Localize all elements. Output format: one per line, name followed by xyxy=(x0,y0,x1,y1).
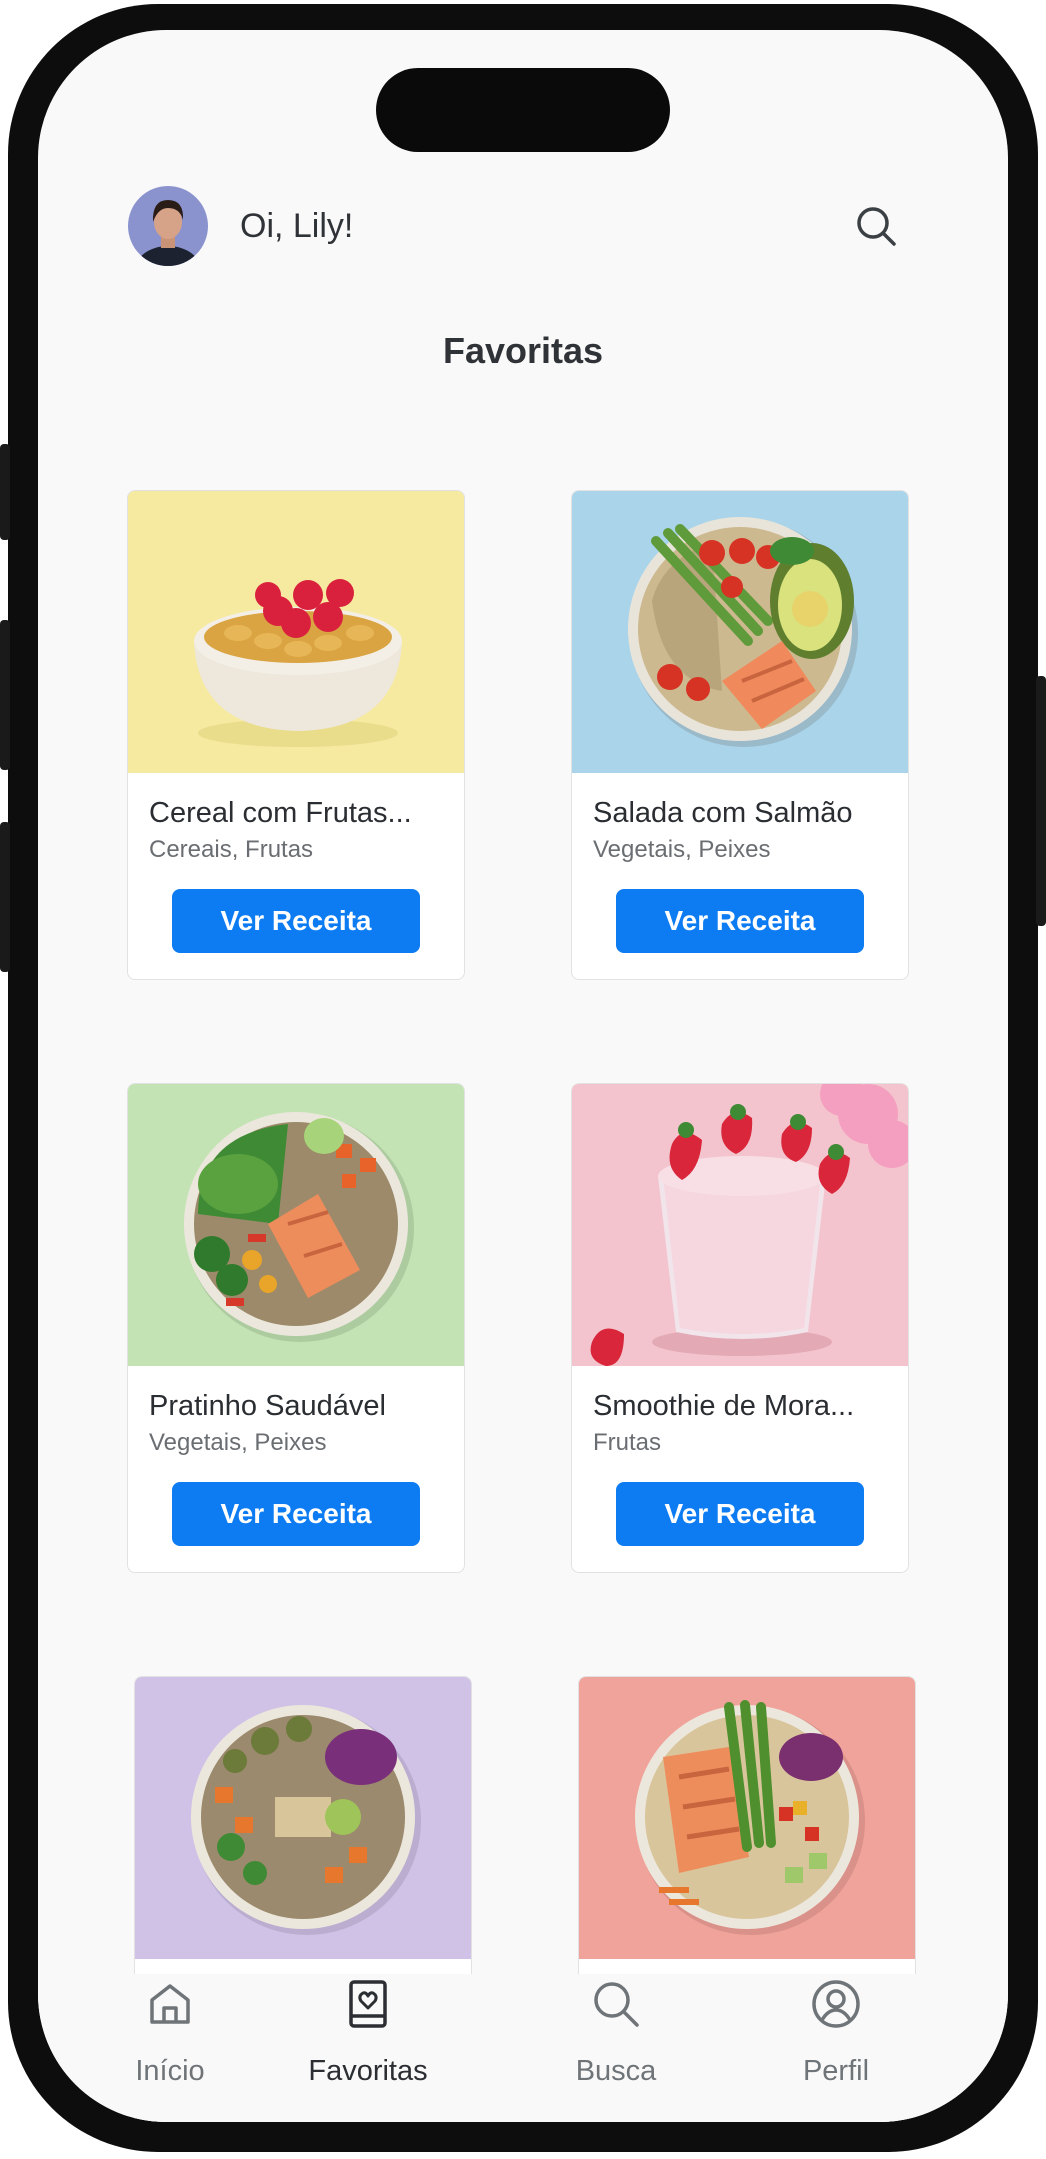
favorites-book-icon xyxy=(349,1980,387,2028)
greeting-text: Oi, Lily! xyxy=(240,207,354,245)
recipe-title: Smoothie de Mora... xyxy=(593,1390,855,1422)
recipe-tags: Vegetais, Peixes xyxy=(593,836,771,863)
volume-up-button xyxy=(0,620,10,770)
nav-item-busca[interactable]: Busca xyxy=(526,1974,706,2104)
power-button xyxy=(1036,676,1046,926)
recipe-title: Pratinho Saudável xyxy=(149,1390,386,1422)
nav-item-favoritas[interactable]: Favoritas xyxy=(278,1974,458,2104)
recipe-tags: Frutas xyxy=(593,1429,662,1456)
recipe-card[interactable]: Smoothie de Mora... Frutas Ver Receita xyxy=(571,1083,909,1573)
user-avatar[interactable] xyxy=(128,186,208,266)
nav-item-inicio[interactable]: Início xyxy=(80,1974,260,2104)
nav-label: Favoritas xyxy=(308,2055,428,2087)
nav-label: Início xyxy=(135,2055,205,2087)
recipe-image xyxy=(572,1084,908,1366)
recipe-title: Cereal com Frutas... xyxy=(149,797,412,829)
view-recipe-button[interactable]: Ver Receita xyxy=(172,889,420,953)
home-icon xyxy=(150,1984,190,2024)
view-recipe-button[interactable]: Ver Receita xyxy=(172,1482,420,1546)
recipe-image xyxy=(128,1084,464,1366)
nav-item-perfil[interactable]: Perfil xyxy=(746,1974,926,2104)
recipe-card[interactable]: Cereal com Frutas... Cereais, Frutas Ver… xyxy=(127,490,465,980)
recipe-image xyxy=(128,491,464,773)
recipe-title: Salada com Salmão xyxy=(593,797,853,829)
profile-icon xyxy=(812,1980,860,2028)
recipe-image xyxy=(572,491,908,773)
recipe-image xyxy=(135,1677,471,1959)
mute-switch xyxy=(0,444,10,540)
screen: Oi, Lily! Favoritas Cereal com Frutas...… xyxy=(38,30,1008,2122)
recipe-card[interactable]: Pratinho Saudável Vegetais, Peixes Ver R… xyxy=(127,1083,465,1573)
view-recipe-button[interactable]: Ver Receita xyxy=(616,889,864,953)
dynamic-island xyxy=(376,68,670,152)
search-icon xyxy=(594,1982,639,2027)
search-icon xyxy=(857,207,896,246)
search-button[interactable] xyxy=(852,202,900,250)
nav-label: Busca xyxy=(575,2055,657,2087)
view-recipe-button[interactable]: Ver Receita xyxy=(616,1482,864,1546)
recipe-card[interactable]: Salada com Salmão Vegetais, Peixes Ver R… xyxy=(571,490,909,980)
volume-down-button xyxy=(0,822,10,972)
recipe-tags: Vegetais, Peixes xyxy=(149,1429,327,1456)
recipe-image xyxy=(579,1677,915,1959)
bottom-navigation: Início Favoritas Busca Perfil xyxy=(38,1974,1008,2122)
recipe-tags: Cereais, Frutas xyxy=(149,836,314,863)
nav-label: Perfil xyxy=(802,2055,870,2087)
page-title: Favoritas xyxy=(442,330,604,371)
